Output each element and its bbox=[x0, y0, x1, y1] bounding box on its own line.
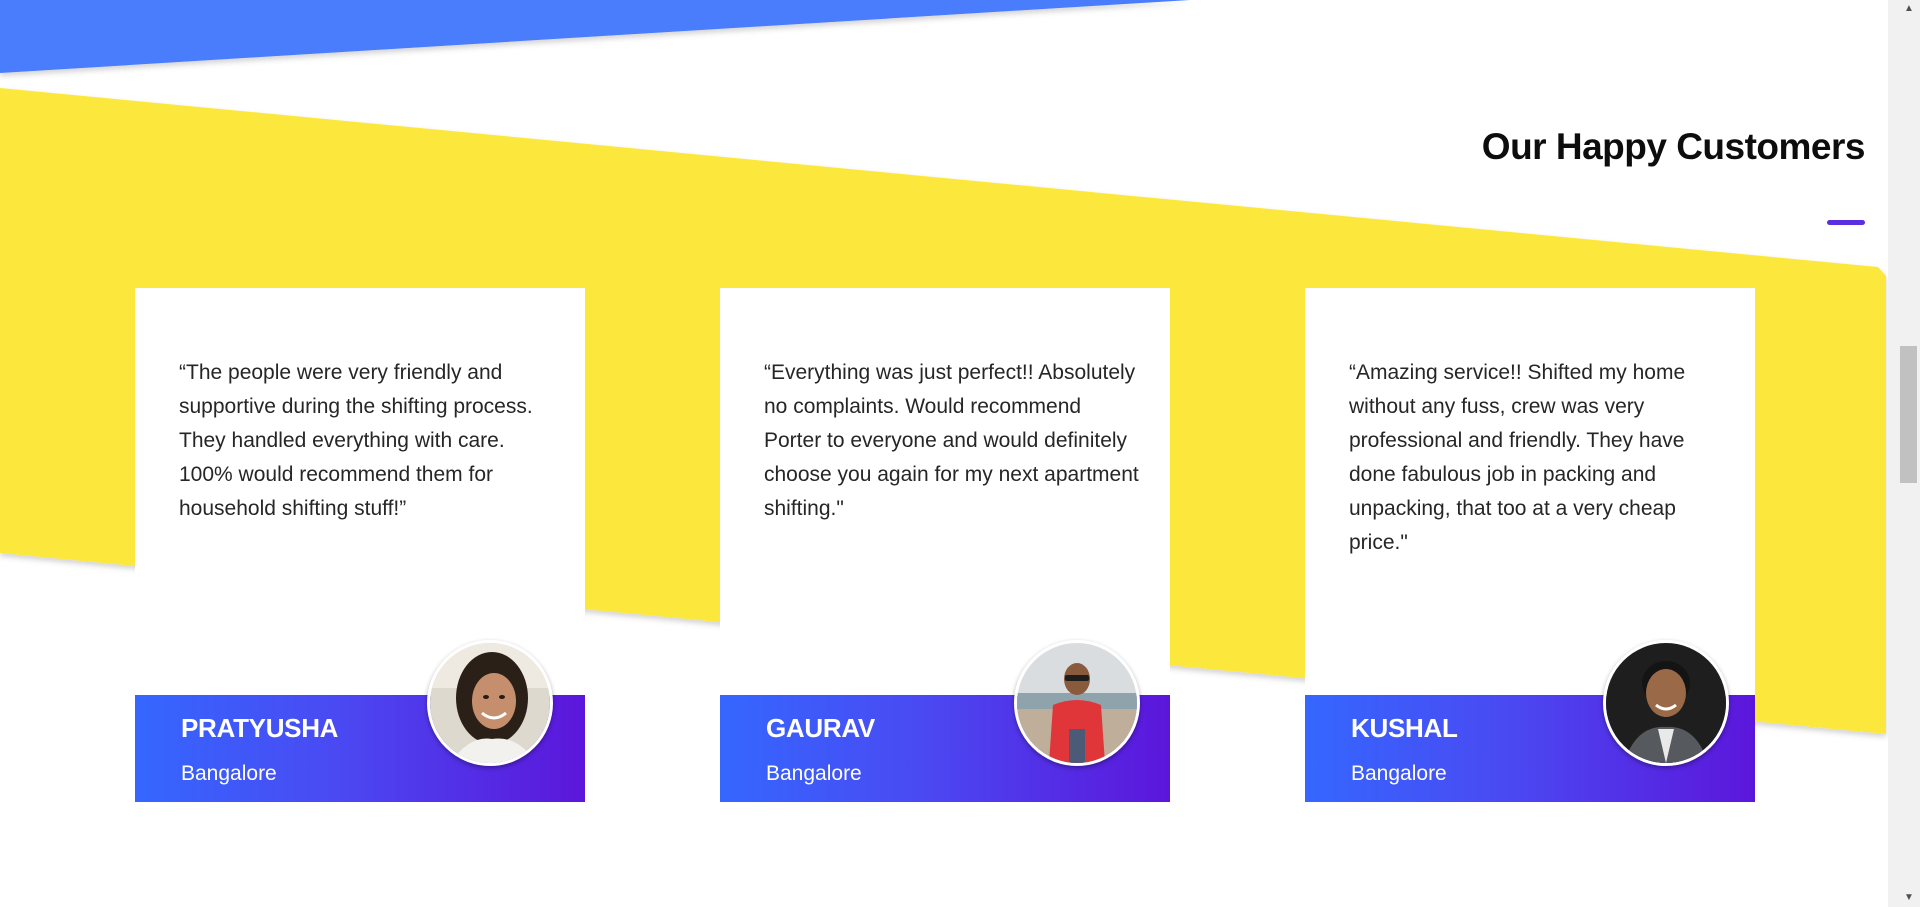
customer-photo-icon bbox=[1606, 643, 1726, 763]
blue-band-shape bbox=[0, 0, 1190, 73]
customer-name: KUSHAL bbox=[1351, 713, 1458, 743]
testimonial-quote: “The people were very friendly and suppo… bbox=[179, 361, 533, 520]
customer-name: GAURAV bbox=[766, 713, 875, 743]
scroll-down-arrow-icon[interactable]: ▼ bbox=[1899, 889, 1919, 907]
page-scrollbar[interactable]: ▲ ▼ bbox=[1888, 0, 1920, 907]
customer-city: Bangalore bbox=[766, 762, 862, 785]
customer-city: Bangalore bbox=[1351, 762, 1447, 785]
customer-photo-icon bbox=[1017, 643, 1137, 763]
section-title: Our Happy Customers bbox=[1481, 126, 1866, 167]
testimonial-quote: “Amazing service!! Shifted my home witho… bbox=[1349, 361, 1686, 554]
scrollbar-thumb[interactable] bbox=[1900, 346, 1917, 483]
customer-avatar bbox=[1603, 640, 1729, 766]
testimonial-card: “Amazing service!! Shifted my home witho… bbox=[1305, 288, 1755, 802]
customer-name: PRATYUSHA bbox=[181, 713, 339, 743]
testimonial-card: “Everything was just perfect!! Absolutel… bbox=[720, 288, 1170, 802]
customer-avatar bbox=[427, 640, 553, 766]
customer-avatar bbox=[1014, 640, 1140, 766]
testimonial-body: “Amazing service!! Shifted my home witho… bbox=[1305, 288, 1755, 695]
customer-city: Bangalore bbox=[181, 762, 277, 785]
testimonial-body: “The people were very friendly and suppo… bbox=[135, 288, 585, 695]
testimonial-card: “The people were very friendly and suppo… bbox=[135, 288, 585, 802]
testimonial-quote: “Everything was just perfect!! Absolutel… bbox=[764, 361, 1139, 520]
title-underline bbox=[1827, 220, 1865, 225]
scroll-up-arrow-icon[interactable]: ▲ bbox=[1899, 0, 1919, 18]
testimonial-body: “Everything was just perfect!! Absolutel… bbox=[720, 288, 1170, 695]
customer-photo-icon bbox=[430, 643, 550, 763]
